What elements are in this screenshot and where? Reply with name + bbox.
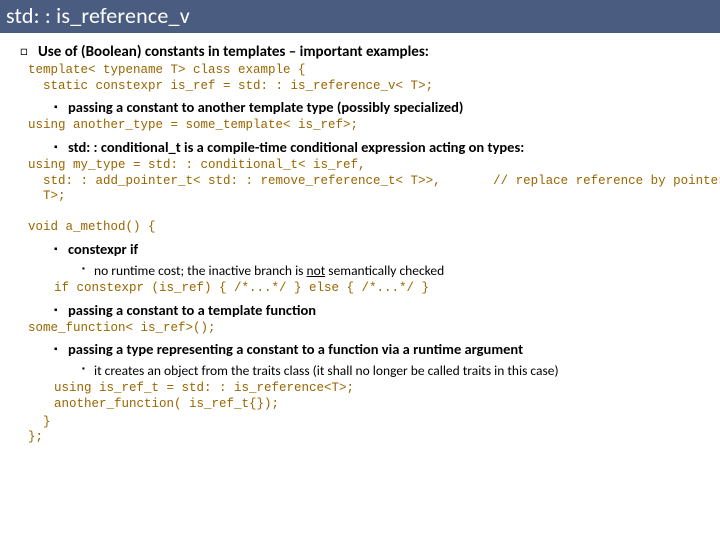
code-my-type: using my_type = std: : conditional_t< is… (28, 158, 706, 236)
bullet-constexpr-if: constexpr if (68, 240, 706, 258)
code-template-decl: template< typename T> class example { st… (28, 63, 706, 94)
slide-body: Use of (Boolean) constants in templates … (0, 33, 720, 446)
slide-title: std: : is_reference_v (0, 0, 720, 33)
bullet-creates-object: it creates an object from the traits cla… (94, 362, 706, 379)
code-if-constexpr: if constexpr (is_ref) { /*...*/ } else {… (54, 281, 706, 297)
text-no-runtime-c: semantically checked (325, 262, 444, 279)
bullet-passing-constant-template-type: passing a constant to another template t… (68, 98, 706, 116)
bullet-conditional-t: std: : conditional_t is a compile-time c… (68, 138, 706, 156)
code-is-ref-t: using is_ref_t = std: : is_reference<T>;… (54, 381, 706, 412)
bullet-use-of-constants: Use of (Boolean) constants in templates … (38, 43, 706, 61)
code-closing: } }; (28, 415, 706, 446)
code-some-function: some_function< is_ref>(); (28, 321, 706, 337)
text-no-runtime-a: no runtime cost; the inactive branch is (94, 262, 307, 279)
code-another-type: using another_type = some_template< is_r… (28, 118, 706, 134)
bullet-no-runtime-cost: no runtime cost; the inactive branch is … (94, 262, 706, 279)
bullet-passing-constant-template-func: passing a constant to a template functio… (68, 301, 706, 319)
bullet-passing-type-runtime-arg: passing a type representing a constant t… (68, 340, 706, 358)
text-not-underlined: not (307, 262, 326, 279)
